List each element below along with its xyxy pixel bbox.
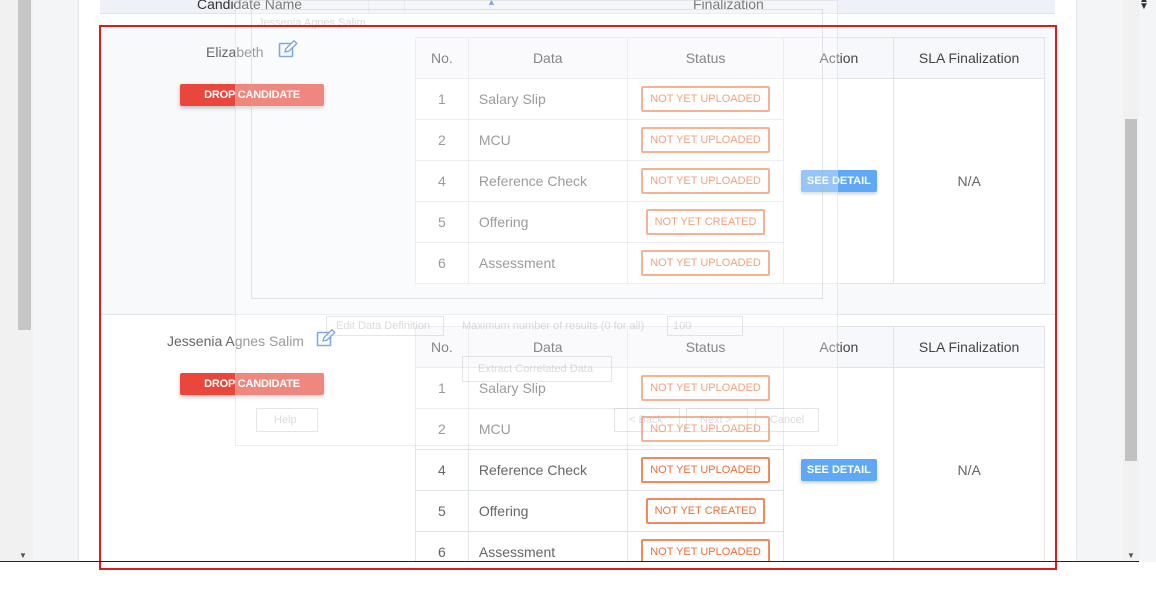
drop-candidate-button[interactable]: DROP CANDIDATE bbox=[180, 84, 324, 106]
documents-table: No. Data Status Action SLA Finalization … bbox=[415, 326, 1045, 562]
candidate-name: Elizabeth bbox=[206, 44, 264, 60]
documents-table-header: No. Data Status Action SLA Finalization bbox=[415, 326, 1045, 368]
row-number: 1 bbox=[415, 367, 469, 409]
status-badge: NOT YET UPLOADED bbox=[641, 86, 770, 112]
row-number: 5 bbox=[415, 201, 469, 243]
column-status: Status bbox=[626, 326, 785, 368]
header-divider bbox=[404, 0, 405, 14]
header-candidate-name[interactable]: Candidate Name bbox=[197, 0, 302, 12]
column-action: Action bbox=[783, 326, 895, 368]
table-header-row: Candidate Name ▲ Finalization ▲▼ bbox=[100, 0, 1149, 14]
header-finalization[interactable]: Finalization bbox=[693, 0, 764, 12]
status-badge: NOT YET UPLOADED bbox=[641, 416, 770, 442]
right-scrollbar[interactable]: ▼ bbox=[1123, 0, 1139, 562]
column-no: No. bbox=[415, 326, 469, 368]
status-badge: NOT YET UPLOADED bbox=[641, 375, 770, 401]
status-badge: NOT YET UPLOADED bbox=[641, 457, 770, 483]
column-no: No. bbox=[415, 37, 469, 79]
column-sla: SLA Finalization bbox=[893, 326, 1045, 368]
column-sla: SLA Finalization bbox=[893, 37, 1045, 79]
right-scrollbar-thumb[interactable] bbox=[1125, 119, 1137, 461]
header-divider bbox=[368, 0, 369, 14]
edit-icon[interactable] bbox=[278, 40, 298, 58]
row-number: 4 bbox=[415, 160, 469, 202]
left-scrollbar[interactable]: ▼ bbox=[0, 0, 33, 562]
row-number: 5 bbox=[415, 490, 469, 532]
status-badge: NOT YET UPLOADED bbox=[641, 127, 770, 153]
see-detail-button[interactable]: SEE DETAIL bbox=[800, 170, 877, 192]
candidate-name: Jessenia Agnes Salim bbox=[167, 333, 304, 349]
drop-candidate-button[interactable]: DROP CANDIDATE bbox=[180, 373, 324, 395]
row-data: Assessment bbox=[467, 531, 628, 562]
scroll-down-arrow-icon[interactable]: ▼ bbox=[19, 551, 27, 560]
row-data: Reference Check bbox=[467, 449, 628, 491]
candidate-row: Elizabeth DROP CANDIDATE No. Data Status… bbox=[100, 26, 1055, 315]
row-number: 6 bbox=[415, 242, 469, 284]
sla-value: N/A bbox=[893, 367, 1045, 562]
status-badge: NOT YET UPLOADED bbox=[641, 250, 770, 276]
column-data: Data bbox=[467, 326, 628, 368]
edit-icon[interactable] bbox=[316, 329, 336, 347]
status-badge: NOT YET CREATED bbox=[645, 498, 766, 524]
see-detail-button[interactable]: SEE DETAIL bbox=[800, 459, 877, 481]
column-data: Data bbox=[467, 37, 628, 79]
table-row: 1 Salary Slip NOT YET UPLOADED SEE DETAI… bbox=[415, 78, 1045, 284]
sort-toggle-icon[interactable]: ▲▼ bbox=[1139, 0, 1149, 12]
row-data: MCU bbox=[467, 408, 628, 450]
left-scrollbar-thumb[interactable] bbox=[18, 0, 31, 330]
row-data: Salary Slip bbox=[467, 78, 628, 120]
candidate-row: Jessenia Agnes Salim DROP CANDIDATE No. … bbox=[100, 315, 1055, 562]
status-badge: NOT YET CREATED bbox=[645, 209, 766, 235]
row-number: 2 bbox=[415, 408, 469, 450]
row-data: Assessment bbox=[467, 242, 628, 284]
row-number: 1 bbox=[415, 78, 469, 120]
status-badge: NOT YET UPLOADED bbox=[641, 168, 770, 194]
row-number: 6 bbox=[415, 531, 469, 562]
column-action: Action bbox=[783, 37, 895, 79]
sort-ascending-icon[interactable]: ▲ bbox=[487, 0, 496, 7]
row-data: Reference Check bbox=[467, 160, 628, 202]
row-data: Offering bbox=[467, 201, 628, 243]
documents-table-header: No. Data Status Action SLA Finalization bbox=[415, 37, 1045, 79]
sla-value: N/A bbox=[893, 78, 1045, 284]
row-number: 2 bbox=[415, 119, 469, 161]
scroll-down-arrow-icon[interactable]: ▼ bbox=[1127, 551, 1135, 560]
bottom-divider bbox=[0, 561, 1139, 562]
row-data: Salary Slip bbox=[467, 367, 628, 409]
row-data: Offering bbox=[467, 490, 628, 532]
table-row: 1 Salary Slip NOT YET UPLOADED SEE DETAI… bbox=[415, 367, 1045, 562]
status-badge: NOT YET UPLOADED bbox=[641, 539, 770, 562]
row-number: 4 bbox=[415, 449, 469, 491]
page-viewport: ▼ Candidate Name ▲ Finalization ▲▼ Eliza… bbox=[0, 0, 1156, 562]
column-status: Status bbox=[626, 37, 785, 79]
row-data: MCU bbox=[467, 119, 628, 161]
documents-table: No. Data Status Action SLA Finalization … bbox=[415, 37, 1045, 284]
